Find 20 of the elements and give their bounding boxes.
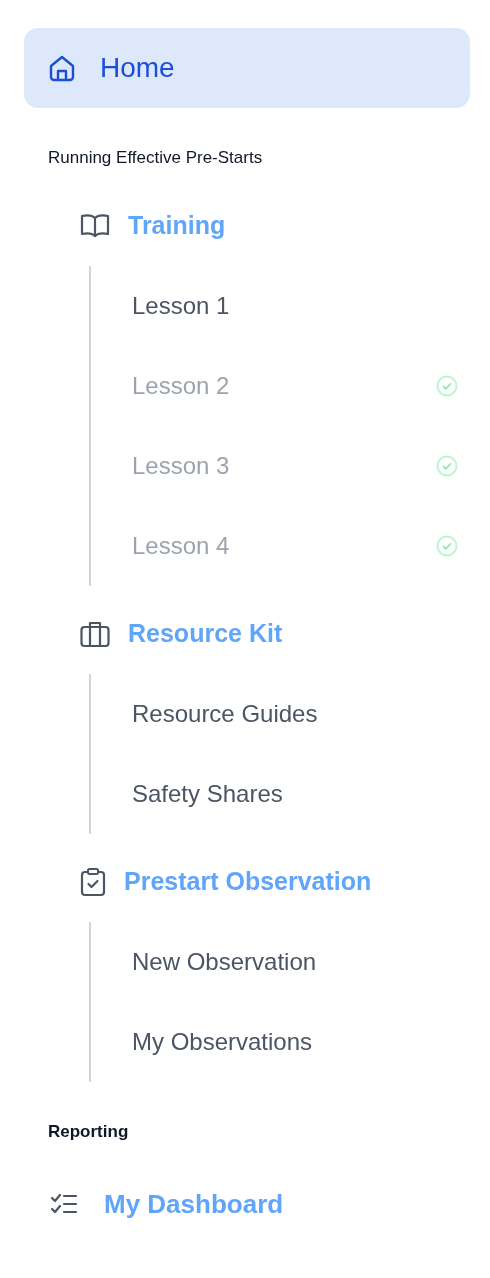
- clipboard-check-icon: [80, 867, 106, 897]
- home-link[interactable]: Home: [24, 28, 470, 108]
- briefcase-icon: [80, 620, 110, 648]
- book-icon: [80, 213, 110, 239]
- sub-item-link[interactable]: Lesson 2: [91, 346, 470, 426]
- dashboard-link[interactable]: My Dashboard: [24, 1180, 470, 1228]
- group-link[interactable]: Prestart Observation: [24, 858, 470, 906]
- group-link[interactable]: Resource Kit: [24, 610, 470, 658]
- checklist-icon: [50, 1192, 78, 1216]
- sub-item-link[interactable]: Resource Guides: [91, 674, 470, 754]
- sub-item-link[interactable]: My Observations: [91, 1002, 470, 1082]
- section-title: Reporting: [48, 1121, 130, 1143]
- sub-item-link[interactable]: Lesson 3: [91, 426, 470, 506]
- sub-item-link[interactable]: New Observation: [91, 922, 470, 1002]
- home-icon: [48, 54, 76, 82]
- section-title: Running Effective Pre-Starts: [48, 147, 264, 169]
- sub-item-link[interactable]: Safety Shares: [91, 754, 470, 834]
- sub-item-link[interactable]: Lesson 1: [91, 266, 470, 346]
- group-link[interactable]: Training: [24, 202, 470, 250]
- sub-item-link[interactable]: Lesson 4: [91, 506, 470, 586]
